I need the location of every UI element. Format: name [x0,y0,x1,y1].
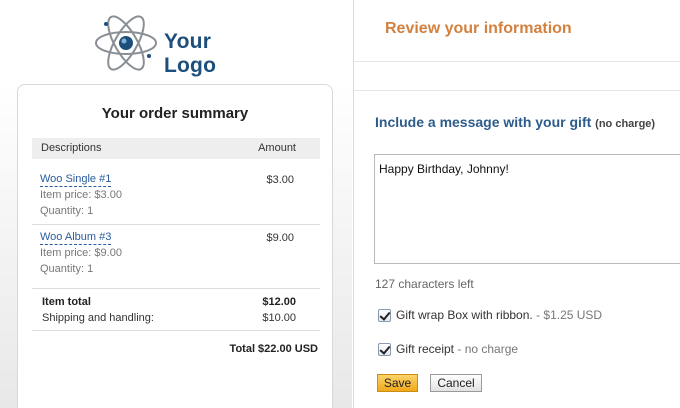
item-amount: $3.00 [266,174,294,186]
item-name-link[interactable]: Woo Album #3 [40,231,112,245]
gift-message-heading: Include a message with your gift (no cha… [375,114,655,130]
item-name-link[interactable]: Woo Single #1 [40,173,112,187]
gift-receipt-checkbox[interactable] [378,343,391,356]
item-total-value: $12.00 [262,296,296,308]
gift-receipt-text: Gift receipt - no charge [396,342,518,356]
item-quantity: Quantity: 1 [40,263,94,275]
review-panel: Review your information Include a messag… [354,0,680,408]
row-divider [32,224,320,225]
gift-wrap-text: Gift wrap Box with ribbon. - $1.25 USD [396,308,602,322]
save-button[interactable]: Save [377,374,418,392]
gift-wrap-label: Gift wrap Box with ribbon. [396,308,533,322]
column-description: Descriptions [41,142,102,154]
order-summary-title: Your order summary [101,105,249,122]
gift-receipt-label: Gift receipt [396,342,455,356]
item-quantity: Quantity: 1 [40,205,94,217]
row-divider [32,288,320,289]
logo: Your Logo [94,10,264,80]
gift-message-field[interactable]: Happy Birthday, Johnny! [374,154,680,264]
item-total-label: Item total [42,296,91,308]
characters-left: 127 characters left [375,277,474,291]
gift-wrap-checkbox[interactable] [378,309,391,322]
order-summary-card: Your order summary Descriptions Amount W… [17,84,333,408]
order-panel: Your Logo Your order summary Description… [0,0,352,408]
cancel-button[interactable]: Cancel [430,374,482,392]
column-amount: Amount [258,142,296,154]
item-price: Item price: $3.00 [40,189,122,201]
gift-heading-note: (no charge) [595,118,656,130]
grand-total: Total $22.00 USD [229,343,318,355]
gift-heading-text: Include a message with your gift [375,114,592,130]
review-title: Review your information [385,20,572,37]
gift-wrap-price: - $1.25 USD [532,308,603,322]
shipping-label: Shipping and handling: [42,312,154,324]
gift-receipt-note: - no charge [454,342,519,356]
section-divider [354,90,680,91]
item-price: Item price: $9.00 [40,247,122,259]
row-divider [32,330,320,331]
table-header: Descriptions Amount [32,138,320,159]
section-divider [354,61,680,62]
shipping-value: $10.00 [262,312,296,324]
atom-icon [95,15,157,71]
logo-text: Your Logo [164,30,217,77]
item-amount: $9.00 [266,232,294,244]
